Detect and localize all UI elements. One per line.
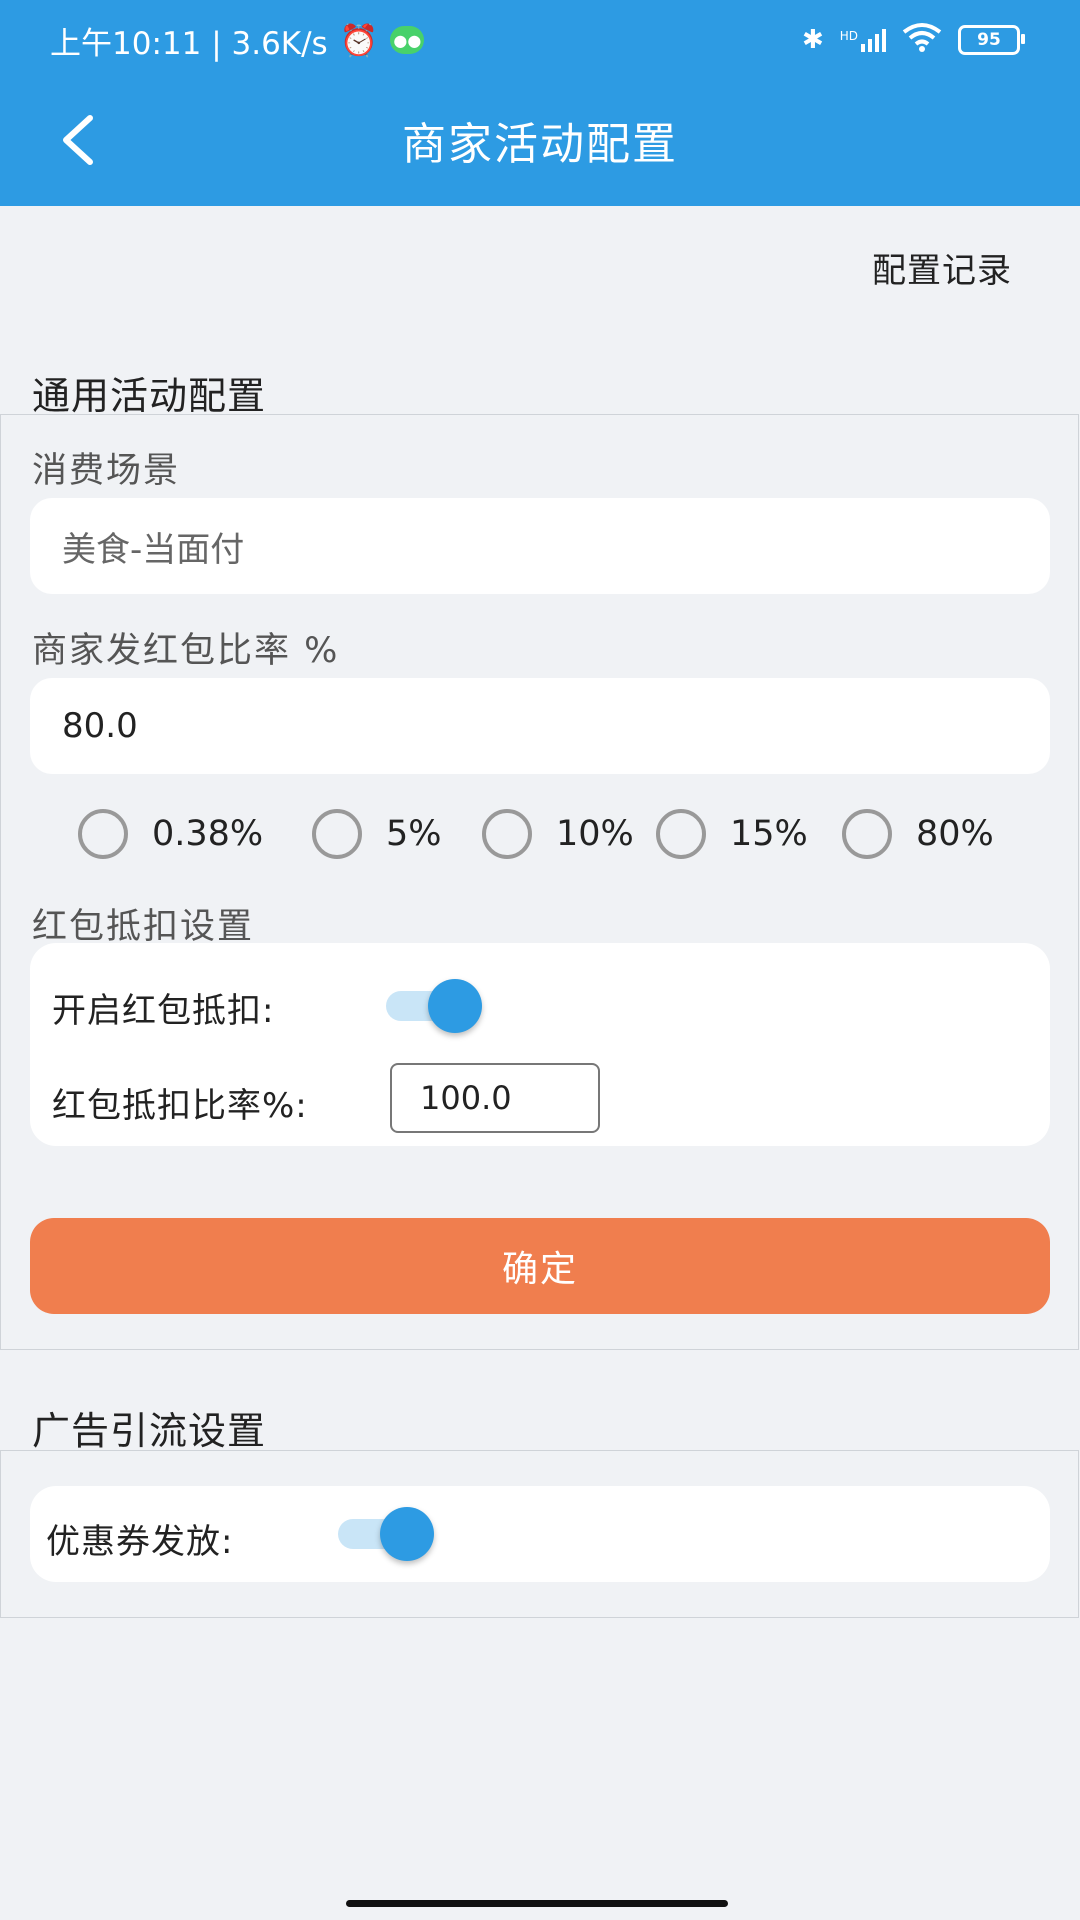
ad-section-title: 广告引流设置 — [32, 1409, 267, 1453]
confirm-button[interactable]: 确定 — [30, 1218, 1050, 1314]
bluetooth-icon: ✱ — [801, 25, 824, 55]
config-record-link[interactable]: 配置记录 — [872, 243, 1012, 292]
hd-label: HD — [839, 28, 858, 43]
radio-circle-icon — [842, 809, 892, 859]
rate-option-label: 5% — [386, 814, 442, 854]
radio-circle-icon — [656, 809, 706, 859]
rate-option-2[interactable]: 10% — [482, 806, 634, 862]
deduction-enable-label: 开启红包抵扣: — [52, 991, 275, 1031]
rate-option-0[interactable]: 0.38% — [78, 806, 263, 862]
rate-option-4[interactable]: 80% — [842, 806, 994, 862]
status-time-speed: 上午10:11 | 3.6K/s — [50, 25, 328, 62]
radio-circle-icon — [482, 809, 532, 859]
radio-circle-icon — [78, 809, 128, 859]
home-indicator[interactable] — [346, 1900, 728, 1907]
wechat-icon: ●● — [390, 26, 425, 54]
deduction-box: 开启红包抵扣: 红包抵扣比率%: 100.0 — [30, 943, 1050, 1146]
rate-options: 0.38% 5% 10% 15% 80% — [0, 806, 1080, 862]
alarm-icon: ⏰ — [339, 22, 379, 59]
rate-option-label: 15% — [730, 814, 808, 854]
general-section-title: 通用活动配置 — [32, 374, 267, 418]
signal-icon: HD — [839, 28, 886, 52]
rate-option-label: 80% — [916, 814, 994, 854]
scene-input[interactable]: 美食-当面付 — [30, 498, 1050, 594]
coupon-box: 优惠券发放: — [30, 1486, 1050, 1582]
battery-icon: 95 — [958, 25, 1025, 55]
status-bar-left: 上午10:11 | 3.6K/s ⏰ ●● — [50, 18, 425, 62]
rate-option-1[interactable]: 5% — [312, 806, 442, 862]
coupon-toggle[interactable] — [338, 1507, 434, 1561]
page-title: 商家活动配置 — [402, 119, 678, 170]
wifi-icon — [902, 22, 942, 59]
app-header: 上午10:11 | 3.6K/s ⏰ ●● ✱ HD 95 商家活动配置 — [0, 0, 1080, 206]
toggle-knob — [380, 1507, 434, 1561]
deduction-label: 红包抵扣设置 — [32, 907, 255, 947]
scene-label: 消费场景 — [32, 451, 181, 491]
coupon-label: 优惠券发放: — [46, 1522, 234, 1562]
deduction-rate-input[interactable]: 100.0 — [390, 1063, 600, 1133]
rate-option-3[interactable]: 15% — [656, 806, 808, 862]
status-bar-right: ✱ HD 95 — [801, 18, 1025, 62]
rate-option-label: 10% — [556, 814, 634, 854]
radio-circle-icon — [312, 809, 362, 859]
rate-input[interactable]: 80.0 — [30, 678, 1050, 774]
rate-label: 商家发红包比率 % — [32, 631, 340, 671]
toggle-knob — [428, 979, 482, 1033]
rate-option-label: 0.38% — [152, 814, 264, 854]
deduction-rate-label: 红包抵扣比率%: — [52, 1086, 308, 1126]
battery-level: 95 — [977, 30, 1001, 50]
deduction-toggle[interactable] — [386, 979, 482, 1033]
